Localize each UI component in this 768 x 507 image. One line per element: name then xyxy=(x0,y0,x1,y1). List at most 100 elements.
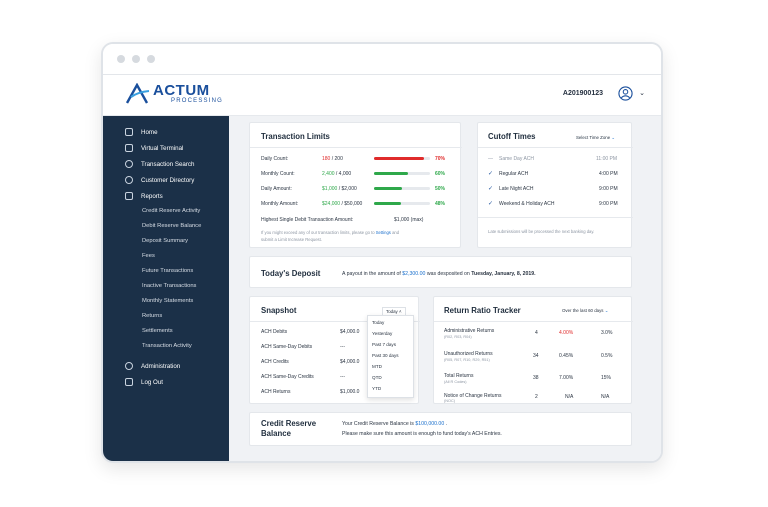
sidebar-item-customer-directory[interactable]: Customer Directory xyxy=(125,176,194,184)
cutoff-label: Same Day ACH xyxy=(499,156,535,162)
account-id: A201900123 xyxy=(562,90,603,97)
divider xyxy=(250,147,462,148)
card-title: Today's Deposit xyxy=(261,269,321,278)
limit-progress-bar xyxy=(374,157,430,160)
divider xyxy=(434,321,633,322)
return-range-select[interactable]: Over the last 60 days ⌄ xyxy=(562,308,608,314)
return-codes: (R02, R03, R04) xyxy=(444,335,472,339)
cutoff-time: 9:00 PM xyxy=(599,186,618,192)
sidebar-subitem[interactable]: Credit Reserve Activity xyxy=(142,208,200,214)
sidebar-subitem[interactable]: Deposit Summary xyxy=(142,238,188,244)
limit-label: Daily Amount: xyxy=(261,186,292,192)
settings-link[interactable]: Settings xyxy=(376,230,391,235)
snapshot-label: ACH Returns xyxy=(261,389,291,395)
transaction-limits-card: Transaction Limits Daily Count: 180 / 20… xyxy=(249,122,462,248)
return-count: 4 xyxy=(535,330,538,336)
limit-progress-bar xyxy=(374,187,430,190)
main-content: Transaction Limits Daily Count: 180 / 20… xyxy=(229,116,661,461)
sidebar-item-administration[interactable]: Administration xyxy=(125,362,180,370)
sidebar-item-label: Virtual Terminal xyxy=(141,144,184,152)
timezone-select[interactable]: Select Time Zone ⌄ xyxy=(576,135,615,141)
snapshot-value: $4,000.0 xyxy=(340,329,360,335)
dropdown-option[interactable]: YTD xyxy=(372,386,381,391)
credit-reserve-text: Your Credit Reserve Balance is $100,000.… xyxy=(342,421,448,427)
sidebar-item-label: Home xyxy=(141,128,158,136)
limit-value: 2,400 / 4,000 xyxy=(322,171,352,177)
cutoff-label: Late Night ACH xyxy=(499,186,534,192)
return-limit: 3.0% xyxy=(601,330,613,336)
return-codes: (NOC) xyxy=(444,399,455,403)
limit-label: Daily Count: xyxy=(261,156,289,162)
chevron-down-icon: ⌄ xyxy=(611,135,616,140)
sidebar-subitem[interactable]: Monthly Statements xyxy=(142,298,193,304)
return-limit: 15% xyxy=(601,375,612,381)
card-title: Cutoff Times xyxy=(488,132,536,141)
cutoff-label: Weekend & Holiday ACH xyxy=(499,201,555,207)
limit-note: If you might exceed any of our transacti… xyxy=(261,230,400,235)
card-title: Transaction Limits xyxy=(261,132,330,141)
top-bar: ACTUM PROCESSING A201900123 ⌄ xyxy=(103,75,661,116)
check-icon: ✓ xyxy=(488,201,494,207)
limit-percent: 50% xyxy=(435,186,446,192)
limit-percent: 70% xyxy=(435,156,446,162)
sidebar-item-virtual-terminal[interactable]: Virtual Terminal xyxy=(125,144,183,152)
sidebar-item-label: Log Out xyxy=(141,378,164,386)
snapshot-label: ACH Credits xyxy=(261,359,289,365)
return-count: 2 xyxy=(535,394,538,400)
cutoff-label: Regular ACH xyxy=(499,171,529,177)
sidebar-subitem[interactable]: Future Transactions xyxy=(142,268,193,274)
deposit-amount: $2,300.00 xyxy=(402,271,426,277)
limit-percent: 60% xyxy=(435,171,446,177)
sidebar-item-label: Transaction Search xyxy=(141,160,195,168)
search-icon xyxy=(125,160,133,168)
sidebar-subitem[interactable]: Debit Reserve Balance xyxy=(142,223,201,229)
actum-logo[interactable]: ACTUM PROCESSING xyxy=(125,83,223,105)
dropdown-option[interactable]: MTD xyxy=(372,364,382,369)
customer-icon xyxy=(125,176,133,184)
snapshot-value: $1,000.0 xyxy=(340,389,360,395)
user-avatar-icon[interactable] xyxy=(618,86,633,101)
sidebar-item-log-out[interactable]: Log Out xyxy=(125,378,163,386)
limit-label: Monthly Count: xyxy=(261,171,295,177)
return-codes: (R05, R07, R10, R29, R51) xyxy=(444,358,490,362)
sidebar-item-reports[interactable]: Reports xyxy=(125,192,163,200)
return-percent: 7.00% xyxy=(559,375,574,381)
limit-progress-bar xyxy=(374,172,430,175)
single-debit-value: $1,000 (max) xyxy=(394,217,424,223)
cutoff-footer: Late submissions will be processed the n… xyxy=(488,229,595,234)
sidebar-subitem[interactable]: Inactive Transactions xyxy=(142,283,196,289)
sidebar-subitem[interactable]: Transaction Activity xyxy=(142,343,192,349)
limit-value: $1,000 / $2,000 xyxy=(322,186,357,192)
chevron-down-icon[interactable]: ⌄ xyxy=(639,89,645,97)
dropdown-option[interactable]: Past 7 days xyxy=(372,342,396,347)
cutoff-time: 9:00 PM xyxy=(599,201,618,207)
return-label: Administrative Returns xyxy=(444,328,495,334)
sidebar-item-transaction-search[interactable]: Transaction Search xyxy=(125,160,194,168)
sidebar-subitem[interactable]: Settlements xyxy=(142,328,173,334)
dropdown-option[interactable]: QTD xyxy=(372,375,382,380)
sidebar-subitem[interactable]: Fees xyxy=(142,253,155,259)
credit-reserve-note: Please make sure this amount is enough t… xyxy=(342,431,502,437)
sidebar-item-label: Administration xyxy=(141,362,181,370)
cutoff-times-card: Cutoff Times Select Time Zone ⌄ — Same D… xyxy=(477,122,633,248)
snapshot-value: $4,000.0 xyxy=(340,359,360,365)
browser-window: ACTUM PROCESSING A201900123 ⌄ Home Virtu… xyxy=(101,42,663,463)
card-title: Credit Reserve Balance xyxy=(261,419,317,438)
cutoff-time: 4:00 PM xyxy=(599,171,618,177)
cutoff-time: 11:00 PM xyxy=(596,156,618,162)
dropdown-option[interactable]: Past 30 days xyxy=(372,353,399,358)
return-count: 34 xyxy=(533,353,539,359)
divider xyxy=(478,147,633,148)
limit-label: Monthly Amount: xyxy=(261,201,299,207)
dropdown-option[interactable]: Yesterday xyxy=(372,331,392,336)
snapshot-value: --- xyxy=(340,374,345,380)
limit-value: 180 / 200 xyxy=(322,156,343,162)
return-count: 38 xyxy=(533,375,539,381)
gear-icon xyxy=(125,362,133,370)
window-dot xyxy=(132,55,140,63)
sidebar-subitem[interactable]: Returns xyxy=(142,313,162,319)
dropdown-option[interactable]: Today xyxy=(372,320,384,325)
card-title: Return Ratio Tracker xyxy=(444,306,521,315)
sidebar-item-home[interactable]: Home xyxy=(125,128,158,136)
logout-icon xyxy=(125,378,133,386)
